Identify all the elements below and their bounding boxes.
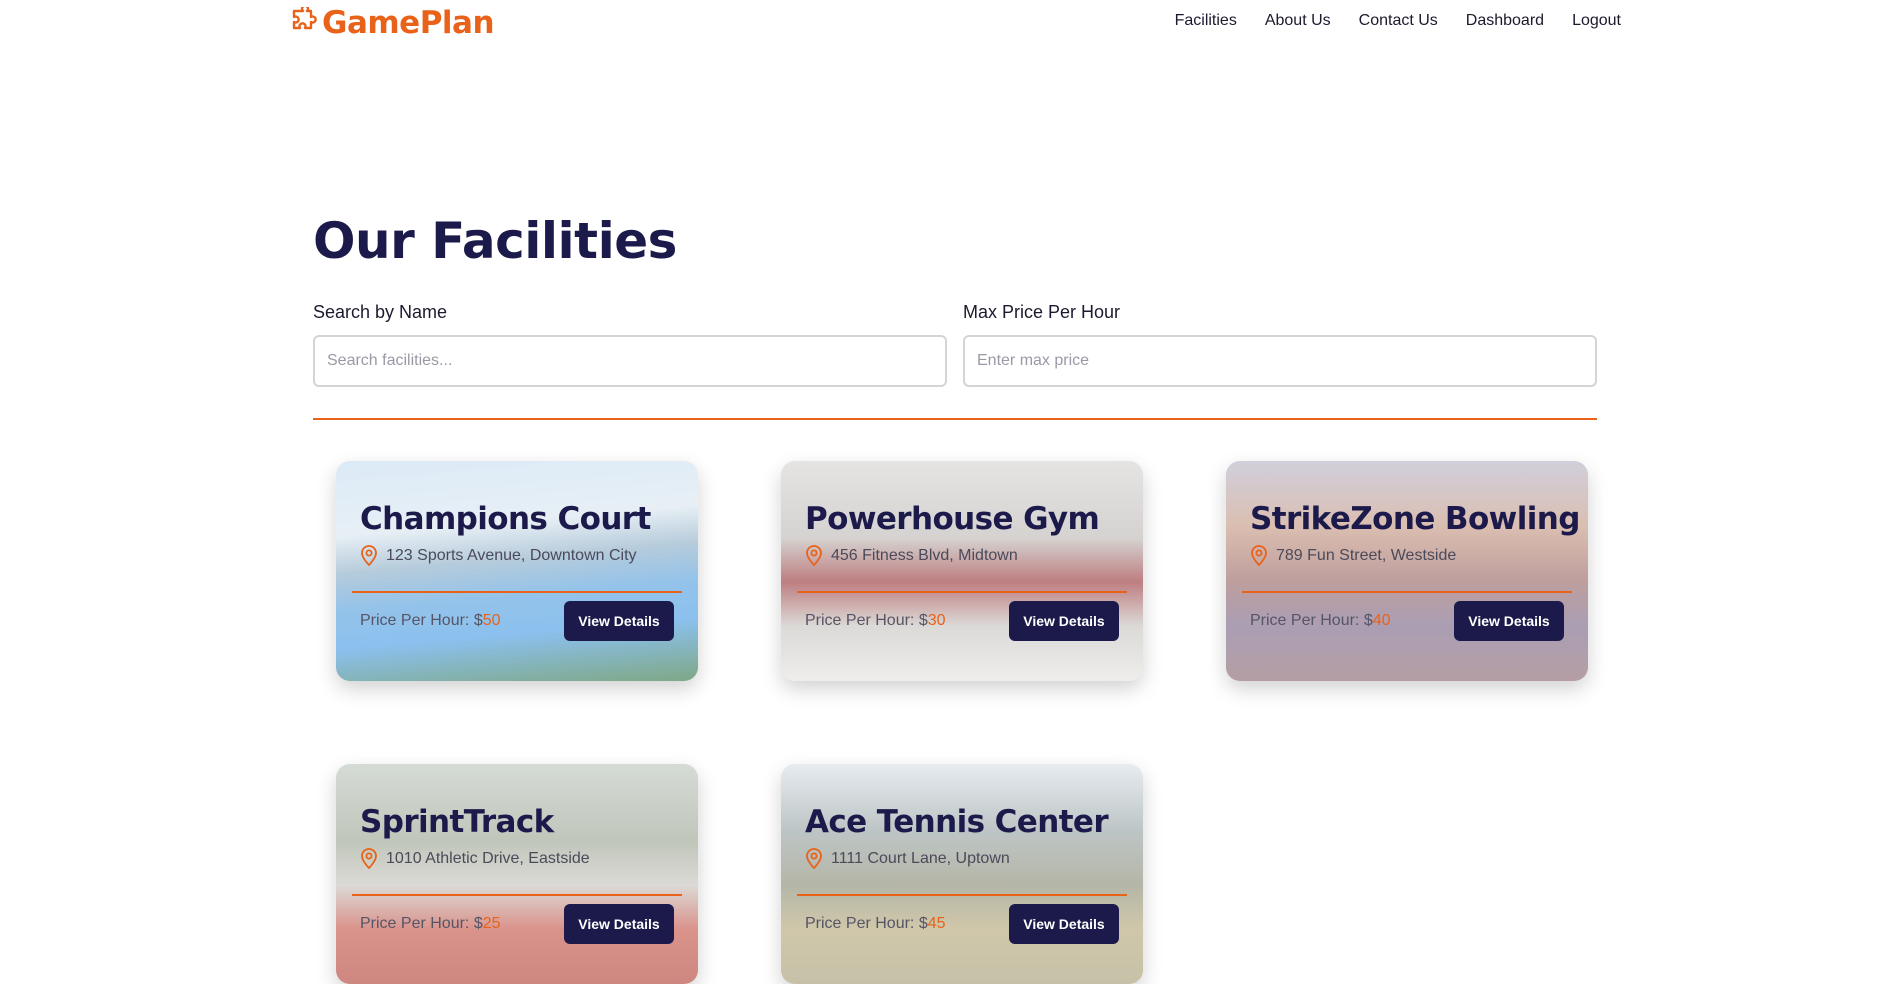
facility-card[interactable]: SprintTrack 1010 Athletic Drive, Eastsid… <box>336 764 698 984</box>
page-title: Our Facilities <box>313 212 677 270</box>
name-filter-label: Search by Name <box>313 302 448 322</box>
facility-name: Champions Court <box>360 501 651 537</box>
facility-price: Price Per Hour: $30 <box>805 612 946 629</box>
facility-price: Price Per Hour: $40 <box>1250 612 1391 629</box>
facility-location: 1111 Court Lane, Uptown <box>805 848 1010 870</box>
view-details-button[interactable]: View Details <box>1009 601 1119 641</box>
price-amount: 40 <box>1372 612 1391 629</box>
card-divider <box>352 591 682 593</box>
card-divider <box>352 894 682 896</box>
facility-location: 456 Fitness Blvd, Midtown <box>805 545 1018 567</box>
facility-location: 789 Fun Street, Westside <box>1250 545 1456 567</box>
price-amount: 25 <box>482 915 501 932</box>
view-details-button[interactable]: View Details <box>1009 904 1119 944</box>
facility-name: SprintTrack <box>360 804 554 840</box>
price-filter: Max Price Per Hour <box>963 302 1597 387</box>
facility-address: 456 Fitness Blvd, Midtown <box>831 547 1018 564</box>
facility-price: Price Per Hour: $50 <box>360 612 501 629</box>
view-details-button[interactable]: View Details <box>564 601 674 641</box>
nav-facilities[interactable]: Facilities <box>1175 12 1237 30</box>
top-navbar: GamePlan Facilities About Us Contact Us … <box>0 0 1903 46</box>
facility-card[interactable]: Ace Tennis Center 1111 Court Lane, Uptow… <box>781 764 1143 984</box>
brand-logo[interactable]: GamePlan <box>288 5 495 41</box>
facility-name: Ace Tennis Center <box>805 804 1109 840</box>
section-divider <box>313 418 1597 420</box>
facility-price: Price Per Hour: $25 <box>360 915 501 932</box>
facility-location: 1010 Athletic Drive, Eastside <box>360 848 590 870</box>
nav-logout[interactable]: Logout <box>1572 12 1621 30</box>
nav-about-us[interactable]: About Us <box>1265 12 1331 30</box>
facility-card[interactable]: StrikeZone Bowling 789 Fun Street, Wests… <box>1226 461 1588 681</box>
main-nav: Facilities About Us Contact Us Dashboard… <box>1175 12 1621 30</box>
card-divider <box>1242 591 1572 593</box>
facility-name: StrikeZone Bowling <box>1250 501 1580 537</box>
price-filter-label: Max Price Per Hour <box>963 302 1121 322</box>
brand-name: GamePlan <box>322 5 495 41</box>
facility-card[interactable]: Champions Court 123 Sports Avenue, Downt… <box>336 461 698 681</box>
facility-address: 1111 Court Lane, Uptown <box>831 850 1010 867</box>
facility-price: Price Per Hour: $45 <box>805 915 946 932</box>
name-filter: Search by Name <box>313 302 947 387</box>
card-divider <box>797 591 1127 593</box>
facility-address: 789 Fun Street, Westside <box>1276 547 1457 564</box>
nav-dashboard[interactable]: Dashboard <box>1466 12 1544 30</box>
map-pin-icon <box>361 848 377 870</box>
facility-address: 123 Sports Avenue, Downtown City <box>386 547 637 564</box>
facility-address: 1010 Athletic Drive, Eastside <box>386 850 590 867</box>
map-pin-icon <box>806 545 822 567</box>
map-pin-icon <box>806 848 822 870</box>
view-details-button[interactable]: View Details <box>1454 601 1564 641</box>
search-input[interactable] <box>313 335 947 387</box>
nav-contact-us[interactable]: Contact Us <box>1359 12 1438 30</box>
view-details-button[interactable]: View Details <box>564 904 674 944</box>
max-price-input[interactable] <box>963 335 1597 387</box>
facility-name: Powerhouse Gym <box>805 501 1100 537</box>
facility-location: 123 Sports Avenue, Downtown City <box>360 545 637 567</box>
price-amount: 50 <box>482 612 501 629</box>
facility-card[interactable]: Powerhouse Gym 456 Fitness Blvd, Midtown… <box>781 461 1143 681</box>
card-divider <box>797 894 1127 896</box>
puzzle-icon <box>292 7 317 30</box>
price-amount: 45 <box>927 915 946 932</box>
map-pin-icon <box>361 545 377 567</box>
price-amount: 30 <box>927 612 946 629</box>
map-pin-icon <box>1251 545 1267 567</box>
